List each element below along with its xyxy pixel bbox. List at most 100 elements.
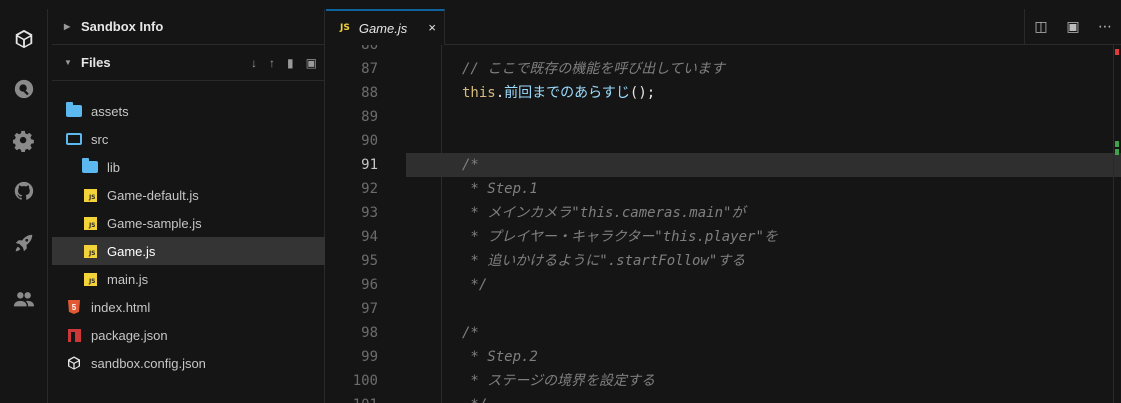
code-token: 前回までのあらすじ xyxy=(504,85,630,101)
github-icon[interactable] xyxy=(12,179,36,203)
line-number: 96 xyxy=(361,277,378,293)
line-number: 99 xyxy=(361,349,378,365)
tree-item-main[interactable]: JS main.js xyxy=(52,265,325,293)
line-number: 88 xyxy=(361,85,378,101)
search-icon[interactable] xyxy=(12,77,36,101)
code-editor: JS Game.js × ◫ ▣ ⋯ 86 87 // ここで既存の機能を呼び出して… xyxy=(326,9,1121,403)
rocket-icon[interactable] xyxy=(12,231,36,255)
code-token: */ xyxy=(462,277,488,293)
line-text: * メインカメラ"this.cameras.main"が xyxy=(462,201,745,225)
error-marker xyxy=(1115,49,1119,55)
close-icon[interactable]: × xyxy=(428,20,436,35)
users-icon[interactable] xyxy=(12,287,36,311)
code-token: /* xyxy=(462,325,479,341)
line-text: */ xyxy=(462,393,487,403)
gear-icon[interactable] xyxy=(12,129,36,153)
change-marker xyxy=(1115,141,1119,147)
tree-item-label: package.json xyxy=(91,327,168,343)
tree-item-assets[interactable]: assets xyxy=(52,97,325,125)
line-text: /* xyxy=(462,321,479,345)
download-icon[interactable]: ↓ xyxy=(251,56,257,70)
code-line[interactable]: 95 * 追いかけるように".startFollow"する xyxy=(326,249,1121,273)
line-number: 98 xyxy=(361,325,378,341)
code-line[interactable]: 97 xyxy=(326,297,1121,321)
code-token: * 追いかけるように".startFollow"する xyxy=(462,253,746,269)
code-token: // ここで既存の機能を呼び出しています xyxy=(462,61,725,77)
tab-game-js[interactable]: JS Game.js × xyxy=(326,9,445,45)
line-number: 92 xyxy=(361,181,378,197)
code-line[interactable]: 88 this.前回までのあらすじ(); xyxy=(326,81,1121,105)
files-header[interactable]: ▼ Files ↓ ↑ ▮ ▣ xyxy=(52,45,325,81)
file-explorer: ▶ Sandbox Info ▼ Files ↓ ↑ ▮ ▣ assets sr… xyxy=(52,9,325,403)
tree-item-game-sample[interactable]: JS Game-sample.js xyxy=(52,209,325,237)
code-line[interactable]: 86 xyxy=(326,45,1121,57)
code-token: /* xyxy=(462,157,479,173)
code-token: * メインカメラ"this.cameras.main"が xyxy=(462,205,746,221)
code-line[interactable]: 94 * プレイヤー・キャラクター"this.player"を xyxy=(326,225,1121,249)
line-number: 89 xyxy=(361,109,378,125)
tree-item-sandbox-config[interactable]: sandbox.config.json xyxy=(52,349,325,377)
line-text: /* xyxy=(462,153,479,177)
line-number: 101 xyxy=(326,393,378,403)
code-line[interactable]: 87 // ここで既存の機能を呼び出しています xyxy=(326,57,1121,81)
code-token: * ステージの境界を設定する xyxy=(462,373,656,389)
code-area[interactable]: 86 87 // ここで既存の機能を呼び出しています 88 this.前回までのあらすじ… xyxy=(326,45,1121,403)
line-text: * 追いかけるように".startFollow"する xyxy=(462,249,745,273)
split-editor-icon[interactable]: ◫ xyxy=(1025,19,1057,35)
new-file-icon[interactable]: ▮ xyxy=(287,56,294,70)
code-line[interactable]: 99 * Step.2 xyxy=(326,345,1121,369)
upload-icon[interactable]: ↑ xyxy=(269,56,275,70)
code-line[interactable]: 100 * ステージの境界を設定する xyxy=(326,369,1121,393)
tree-item-label: index.html xyxy=(91,299,151,315)
tree-item-game[interactable]: JS Game.js xyxy=(52,237,325,265)
code-token: (); xyxy=(629,85,656,101)
code-token: * Step.1 xyxy=(462,181,538,197)
code-token: this xyxy=(462,85,496,101)
code-line[interactable]: 91 /* xyxy=(361,153,1121,177)
more-icon[interactable]: ⋯ xyxy=(1089,19,1121,35)
line-text: * ステージの境界を設定する xyxy=(462,369,655,393)
editor-actions: ◫ ▣ ⋯ xyxy=(1024,9,1121,45)
cube-icon[interactable] xyxy=(12,27,36,51)
tree-item-label: sandbox.config.json xyxy=(91,355,206,371)
js-icon: JS xyxy=(340,23,350,33)
folder-icon xyxy=(82,158,98,174)
line-number: 97 xyxy=(361,301,378,317)
overview-ruler[interactable] xyxy=(1113,45,1121,403)
tree-item-lib[interactable]: lib xyxy=(52,153,325,181)
window-top-strip xyxy=(0,0,1121,9)
line-number: 100 xyxy=(352,373,378,389)
code-line[interactable]: 98 /* xyxy=(326,321,1121,345)
npm-icon xyxy=(66,328,82,342)
line-number: 94 xyxy=(361,229,378,245)
change-marker xyxy=(1115,149,1119,155)
tree-item-label: main.js xyxy=(107,271,149,287)
new-folder-icon[interactable]: ▣ xyxy=(306,56,317,70)
code-line[interactable]: 92 * Step.1 xyxy=(326,177,1121,201)
code-line[interactable]: 93 * メインカメラ"this.cameras.main"が xyxy=(326,201,1121,225)
js-icon: JS xyxy=(82,272,98,286)
tree-item-package-json[interactable]: package.json xyxy=(52,321,325,349)
code-token: * Step.2 xyxy=(462,349,538,365)
tree-item-src[interactable]: src xyxy=(52,125,325,153)
line-number: 91 xyxy=(361,157,378,173)
line-number: 90 xyxy=(361,133,378,149)
files-toolbar: ↓ ↑ ▮ ▣ xyxy=(251,56,317,70)
line-text: */ xyxy=(462,273,487,297)
preview-icon[interactable]: ▣ xyxy=(1057,19,1089,35)
editor-tab-bar: JS Game.js × ◫ ▣ ⋯ xyxy=(326,9,1121,45)
code-line[interactable]: 96 */ xyxy=(326,273,1121,297)
line-number: 93 xyxy=(361,205,378,221)
code-line[interactable]: 90 xyxy=(326,129,1121,153)
tree-item-game-default[interactable]: JS Game-default.js xyxy=(52,181,325,209)
tree-item-label: lib xyxy=(107,159,121,175)
code-line[interactable]: 89 xyxy=(326,105,1121,129)
tree-item-index-html[interactable]: 5 index.html xyxy=(52,293,325,321)
code-token: */ xyxy=(462,397,487,403)
sandbox-info-header[interactable]: ▶ Sandbox Info xyxy=(52,9,325,45)
code-token: . xyxy=(495,85,505,101)
chevron-down-icon: ▼ xyxy=(64,58,72,67)
chevron-right-icon: ▶ xyxy=(64,22,71,31)
code-line[interactable]: 101 */ xyxy=(326,393,1121,403)
line-text: // ここで既存の機能を呼び出しています xyxy=(462,57,725,81)
